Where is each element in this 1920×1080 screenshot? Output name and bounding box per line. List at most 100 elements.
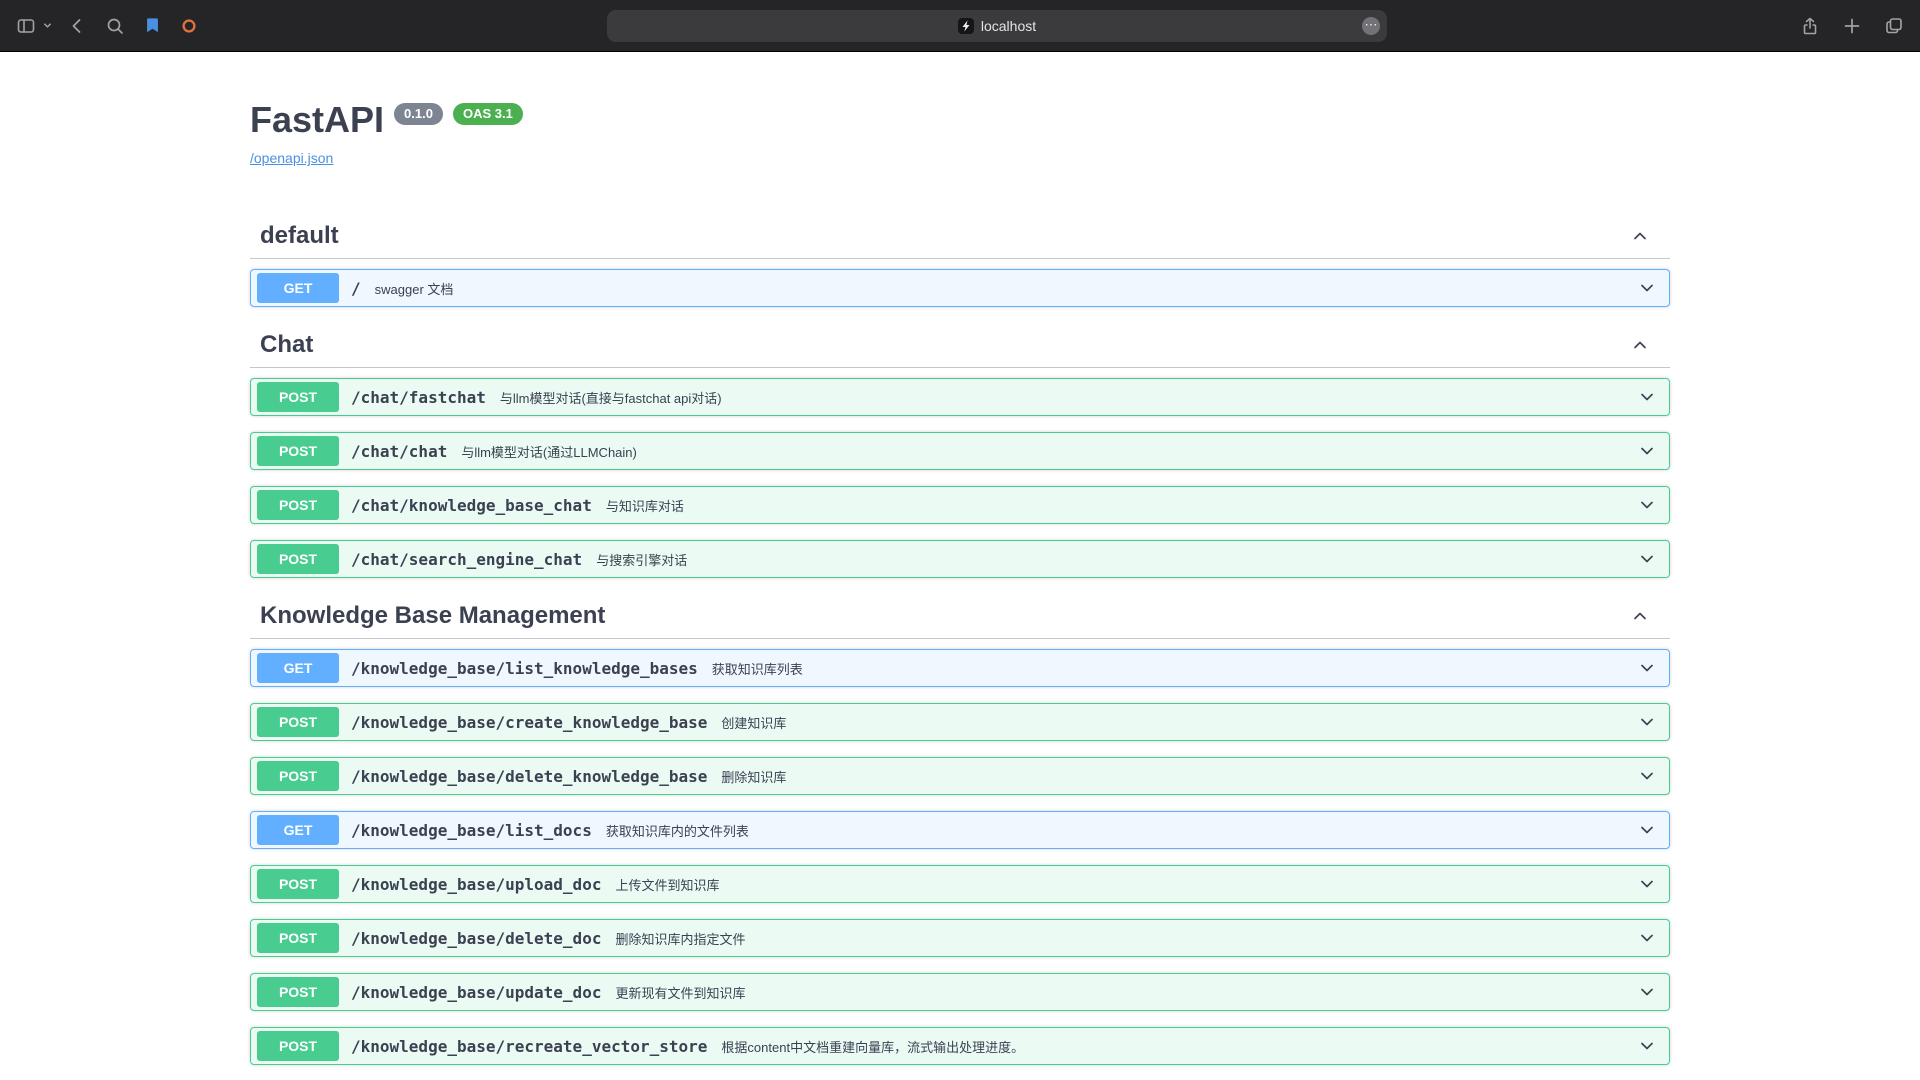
operation-path: /knowledge_base/update_doc [351,983,601,1002]
section-header[interactable]: Chat [250,323,1670,368]
operation-path: /chat/knowledge_base_chat [351,496,592,515]
chevron-down-icon[interactable] [1637,1036,1657,1056]
toolbar-right-group [1778,16,1904,36]
sidebar-toggle-icon[interactable] [16,16,36,36]
operation-description: 与llm模型对话(直接与fastchat api对话) [500,388,722,407]
operation-description: 与知识库对话 [606,496,684,515]
oas-badge: OAS 3.1 [453,103,523,125]
chevron-down-icon[interactable] [1637,820,1657,840]
share-icon[interactable] [1800,16,1820,36]
method-badge: POST [257,1031,339,1061]
chevron-down-icon[interactable] [1637,766,1657,786]
method-badge: POST [257,382,339,412]
operation-description: 更新现有文件到知识库 [615,983,745,1002]
sidebar-chevron-down-icon[interactable] [42,20,53,31]
method-badge: POST [257,490,339,520]
operation-path: /chat/fastchat [351,388,486,407]
operation-path: /chat/chat [351,442,447,461]
method-badge: POST [257,707,339,737]
chevron-down-icon[interactable] [1637,874,1657,894]
operation-path: /knowledge_base/create_knowledge_base [351,713,707,732]
operation-row[interactable]: POST /chat/search_engine_chat 与搜索引擎对话 [250,540,1670,578]
tab-overview-icon[interactable] [1884,16,1904,36]
api-sections: default GET / swagger 文档 Chat POST /chat… [250,214,1670,1065]
operation-row[interactable]: GET / swagger 文档 [250,269,1670,307]
chevron-down-icon[interactable] [1637,278,1657,298]
method-badge: POST [257,977,339,1007]
chevron-down-icon[interactable] [1637,549,1657,569]
operation-description: 与llm模型对话(通过LLMChain) [461,442,637,461]
chevron-down-icon[interactable] [1637,495,1657,515]
chevron-up-icon[interactable] [1630,226,1650,246]
chevron-down-icon[interactable] [1637,712,1657,732]
operation-row[interactable]: POST /chat/knowledge_base_chat 与知识库对话 [250,486,1670,524]
api-info: FastAPI 0.1.0 OAS 3.1 /openapi.json [250,98,1670,168]
operation-path: /knowledge_base/recreate_vector_store [351,1037,707,1056]
extension-bookmark-icon[interactable] [143,16,162,35]
toolbar-center: localhost ⋯ [216,10,1778,42]
chevron-down-icon[interactable] [1637,982,1657,1002]
swagger-page: FastAPI 0.1.0 OAS 3.1 /openapi.json defa… [250,52,1670,1065]
operation-description: 删除知识库内指定文件 [615,929,745,948]
operation-list: GET /knowledge_base/list_knowledge_bases… [250,639,1670,1065]
operation-description: 获取知识库列表 [712,659,803,678]
operation-path: /knowledge_base/list_docs [351,821,592,840]
browser-toolbar: localhost ⋯ [0,0,1920,52]
operation-description: 与搜索引擎对话 [596,550,687,569]
chevron-up-icon[interactable] [1630,606,1650,626]
api-section: default GET / swagger 文档 [250,214,1670,307]
operation-row[interactable]: GET /knowledge_base/list_docs 获取知识库内的文件列… [250,811,1670,849]
operation-path: /chat/search_engine_chat [351,550,582,569]
chevron-down-icon[interactable] [1637,387,1657,407]
section-header[interactable]: default [250,214,1670,259]
chevron-up-icon[interactable] [1630,335,1650,355]
section-title: Chat [260,331,313,359]
chevron-down-icon[interactable] [1637,441,1657,461]
extension-record-icon[interactable] [180,17,198,35]
operation-row[interactable]: POST /chat/fastchat 与llm模型对话(直接与fastchat… [250,378,1670,416]
section-header[interactable]: Knowledge Base Management [250,594,1670,639]
method-badge: GET [257,815,339,845]
operation-description: 获取知识库内的文件列表 [606,821,749,840]
operation-list: POST /chat/fastchat 与llm模型对话(直接与fastchat… [250,368,1670,578]
back-icon[interactable] [67,16,87,36]
chevron-down-icon[interactable] [1637,928,1657,948]
operation-row[interactable]: POST /knowledge_base/delete_doc 删除知识库内指定… [250,919,1670,957]
new-tab-icon[interactable] [1842,16,1862,36]
chevron-down-icon[interactable] [1637,658,1657,678]
operation-row[interactable]: POST /chat/chat 与llm模型对话(通过LLMChain) [250,432,1670,470]
operation-path: /knowledge_base/upload_doc [351,875,601,894]
site-favicon [958,18,974,34]
operation-row[interactable]: POST /knowledge_base/delete_knowledge_ba… [250,757,1670,795]
method-badge: GET [257,273,339,303]
version-badge: 0.1.0 [394,103,443,125]
operation-row[interactable]: GET /knowledge_base/list_knowledge_bases… [250,649,1670,687]
toolbar-left-group [16,16,216,36]
api-section: Knowledge Base Management GET /knowledge… [250,594,1670,1065]
method-badge: POST [257,761,339,791]
api-title-text: FastAPI [250,98,384,142]
operation-description: 上传文件到知识库 [615,875,719,894]
api-section: Chat POST /chat/fastchat 与llm模型对话(直接与fas… [250,323,1670,578]
operation-path: /knowledge_base/delete_knowledge_base [351,767,707,786]
method-badge: POST [257,923,339,953]
address-bar[interactable]: localhost ⋯ [607,10,1387,42]
search-icon[interactable] [105,16,125,36]
more-options-icon[interactable]: ⋯ [1362,17,1380,35]
method-badge: GET [257,653,339,683]
url-text: localhost [981,18,1036,34]
method-badge: POST [257,544,339,574]
operation-row[interactable]: POST /knowledge_base/update_doc 更新现有文件到知… [250,973,1670,1011]
operation-path: / [351,279,361,298]
method-badge: POST [257,869,339,899]
section-title: Knowledge Base Management [260,602,605,630]
operation-row[interactable]: POST /knowledge_base/create_knowledge_ba… [250,703,1670,741]
operation-description: swagger 文档 [375,279,454,298]
operation-path: /knowledge_base/delete_doc [351,929,601,948]
page-title: FastAPI 0.1.0 OAS 3.1 [250,98,1670,142]
operation-description: 删除知识库 [721,767,786,786]
openapi-spec-link[interactable]: /openapi.json [250,150,333,166]
operation-row[interactable]: POST /knowledge_base/recreate_vector_sto… [250,1027,1670,1065]
operation-description: 根据content中文档重建向量库，流式输出处理进度。 [721,1037,1024,1056]
operation-row[interactable]: POST /knowledge_base/upload_doc 上传文件到知识库 [250,865,1670,903]
